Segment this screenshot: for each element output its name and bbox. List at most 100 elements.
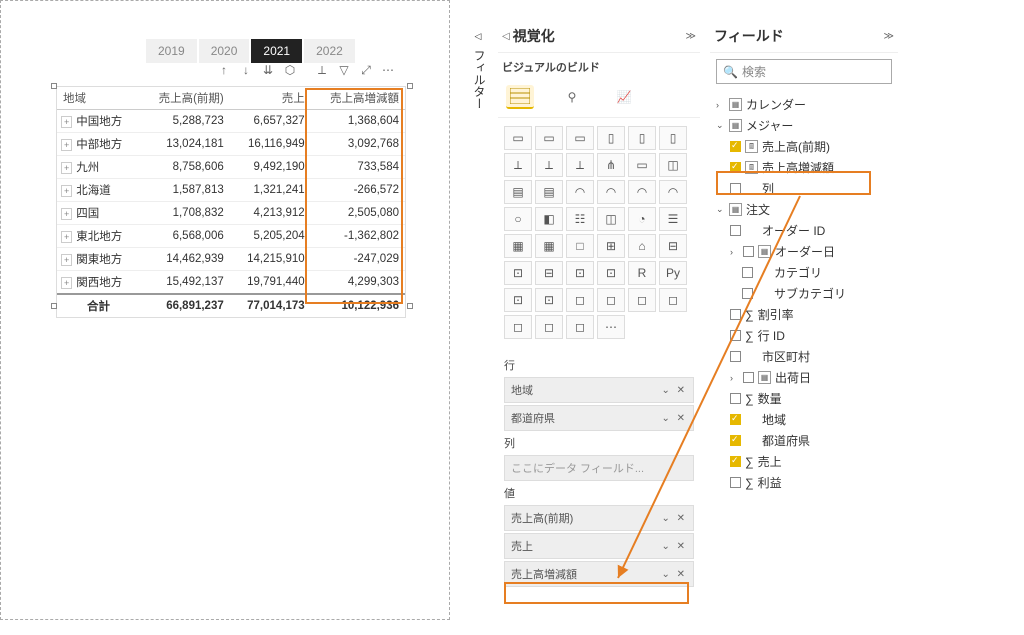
expand-all-icon[interactable]: ⇊ bbox=[260, 63, 276, 78]
focus-icon[interactable]: ⤢ bbox=[358, 63, 374, 78]
viz-type-cell[interactable]: ⊟ bbox=[659, 234, 687, 258]
viz-type-cell[interactable]: ⟂ bbox=[504, 153, 532, 177]
viz-type-cell[interactable]: ⊡ bbox=[504, 288, 532, 312]
viz-type-cell[interactable]: R bbox=[628, 261, 656, 285]
viz-type-cell[interactable]: ◠ bbox=[597, 180, 625, 204]
val-field-prev[interactable]: 売上高(前期)⌄ ✕ bbox=[504, 505, 694, 531]
row-field-region[interactable]: 地域⌄ ✕ bbox=[504, 377, 694, 403]
viz-type-cell[interactable]: ▤ bbox=[535, 180, 563, 204]
field-order-date[interactable]: ›▦オーダー日 bbox=[712, 241, 896, 262]
cols-well-empty[interactable]: ここにデータ フィールド... bbox=[504, 455, 694, 481]
viz-type-cell[interactable]: ⟂ bbox=[566, 153, 594, 177]
expand-icon[interactable]: ≫ bbox=[884, 31, 894, 42]
viz-type-cell[interactable]: ▭ bbox=[535, 126, 563, 150]
viz-type-cell[interactable]: ☷ bbox=[566, 207, 594, 231]
checkbox-icon[interactable] bbox=[730, 477, 741, 488]
col-prev[interactable]: 売上高(前期) bbox=[140, 87, 230, 110]
field-actions[interactable]: ⌄ ✕ bbox=[661, 569, 687, 580]
filter-icon[interactable]: ▽ bbox=[336, 63, 352, 78]
viz-type-cell[interactable]: ◔ bbox=[628, 207, 656, 231]
tab-2022[interactable]: 2022 bbox=[304, 39, 355, 63]
field-qty[interactable]: ∑数量 bbox=[712, 388, 896, 409]
viz-type-cell[interactable]: ☰ bbox=[659, 207, 687, 231]
next-level-icon[interactable]: ⬡ bbox=[282, 63, 298, 78]
field-actions[interactable]: ⌄ ✕ bbox=[661, 541, 687, 552]
selection-handle[interactable] bbox=[407, 303, 413, 309]
build-tab-format[interactable]: ⚲ bbox=[558, 85, 586, 109]
checkbox-icon[interactable] bbox=[742, 267, 753, 278]
viz-type-cell[interactable]: ▦ bbox=[504, 234, 532, 258]
checkbox-icon[interactable] bbox=[730, 225, 741, 236]
more-icon[interactable]: ⋯ bbox=[380, 63, 396, 78]
tab-2021[interactable]: 2021 bbox=[251, 39, 302, 63]
viz-type-cell[interactable]: ▦ bbox=[535, 234, 563, 258]
viz-type-cell[interactable]: ◻ bbox=[659, 288, 687, 312]
table-order[interactable]: ⌄▦注文 bbox=[712, 199, 896, 220]
tab-2020[interactable]: 2020 bbox=[199, 39, 250, 63]
viz-type-cell[interactable]: ◧ bbox=[535, 207, 563, 231]
field-actions[interactable]: ⌄ ✕ bbox=[661, 385, 687, 396]
viz-type-cell[interactable]: ⟂ bbox=[535, 153, 563, 177]
checkbox-icon[interactable] bbox=[730, 330, 741, 341]
field-subcategory[interactable]: サブカテゴリ bbox=[712, 283, 896, 304]
field-discount[interactable]: ∑割引率 bbox=[712, 304, 896, 325]
drill-up-icon[interactable]: ↑ bbox=[216, 63, 232, 78]
table-measure[interactable]: ⌄▦メジャー bbox=[712, 115, 896, 136]
field-row-id[interactable]: ∑行 ID bbox=[712, 325, 896, 346]
expand-icon[interactable]: ≫ bbox=[686, 31, 696, 42]
field-category[interactable]: カテゴリ bbox=[712, 262, 896, 283]
checkbox-icon[interactable] bbox=[730, 309, 741, 320]
checkbox-icon[interactable] bbox=[730, 456, 741, 467]
field-order-id[interactable]: オーダー ID bbox=[712, 220, 896, 241]
viz-type-cell[interactable]: ⊡ bbox=[504, 261, 532, 285]
selection-handle[interactable] bbox=[51, 83, 57, 89]
viz-type-cell[interactable]: Py bbox=[659, 261, 687, 285]
collapse-icon[interactable]: ◁ bbox=[502, 31, 510, 42]
expand-icon[interactable]: + bbox=[61, 162, 72, 174]
selection-handle[interactable] bbox=[407, 83, 413, 89]
field-actions[interactable]: ⌄ ✕ bbox=[661, 513, 687, 524]
field-region[interactable]: 地域 bbox=[712, 409, 896, 430]
pin-icon[interactable]: ⟂ bbox=[314, 63, 330, 78]
viz-type-cell[interactable]: ⌂ bbox=[628, 234, 656, 258]
field-city[interactable]: 市区町村 bbox=[712, 346, 896, 367]
viz-type-cell[interactable]: ⋯ bbox=[597, 315, 625, 339]
viz-type-cell[interactable]: ▯ bbox=[659, 126, 687, 150]
viz-type-cell[interactable]: ▤ bbox=[504, 180, 532, 204]
viz-type-cell[interactable]: ▭ bbox=[504, 126, 532, 150]
expand-icon[interactable]: + bbox=[61, 277, 72, 289]
viz-type-cell[interactable]: ▯ bbox=[628, 126, 656, 150]
checkbox-icon[interactable] bbox=[730, 141, 741, 152]
viz-type-cell[interactable]: ◠ bbox=[659, 180, 687, 204]
viz-type-cell[interactable]: ⊡ bbox=[597, 261, 625, 285]
search-input[interactable]: 🔍検索 bbox=[716, 59, 892, 84]
checkbox-icon[interactable] bbox=[742, 288, 753, 299]
filters-pane-collapsed[interactable]: ◁ フィルター bbox=[467, 28, 492, 113]
expand-icon[interactable]: + bbox=[61, 139, 72, 151]
viz-type-cell[interactable]: ▭ bbox=[628, 153, 656, 177]
viz-type-cell[interactable]: ◫ bbox=[597, 207, 625, 231]
viz-type-cell[interactable]: ▭ bbox=[566, 126, 594, 150]
col-region[interactable]: 地域 bbox=[57, 87, 140, 110]
expand-icon[interactable]: + bbox=[61, 116, 72, 128]
viz-type-cell[interactable]: ◫ bbox=[659, 153, 687, 177]
viz-type-cell[interactable]: ▯ bbox=[597, 126, 625, 150]
val-field-sales[interactable]: 売上⌄ ✕ bbox=[504, 533, 694, 559]
table-calendar[interactable]: ›▦カレンダー bbox=[712, 94, 896, 115]
viz-type-cell[interactable]: ◻ bbox=[535, 315, 563, 339]
viz-type-cell[interactable]: ⊟ bbox=[535, 261, 563, 285]
viz-type-cell[interactable]: ⊞ bbox=[597, 234, 625, 258]
viz-type-cell[interactable]: □ bbox=[566, 234, 594, 258]
expand-icon[interactable]: + bbox=[61, 231, 72, 243]
row-field-pref[interactable]: 都道府県⌄ ✕ bbox=[504, 405, 694, 431]
viz-type-cell[interactable]: ◻ bbox=[504, 315, 532, 339]
viz-type-cell[interactable]: ⊡ bbox=[535, 288, 563, 312]
expand-icon[interactable]: + bbox=[61, 208, 72, 220]
viz-type-cell[interactable]: ◻ bbox=[597, 288, 625, 312]
viz-type-cell[interactable]: ◠ bbox=[566, 180, 594, 204]
field-actions[interactable]: ⌄ ✕ bbox=[661, 413, 687, 424]
selection-handle[interactable] bbox=[51, 303, 57, 309]
checkbox-icon[interactable] bbox=[743, 246, 754, 257]
field-sales[interactable]: ∑売上 bbox=[712, 451, 896, 472]
viz-type-cell[interactable]: ◻ bbox=[566, 315, 594, 339]
